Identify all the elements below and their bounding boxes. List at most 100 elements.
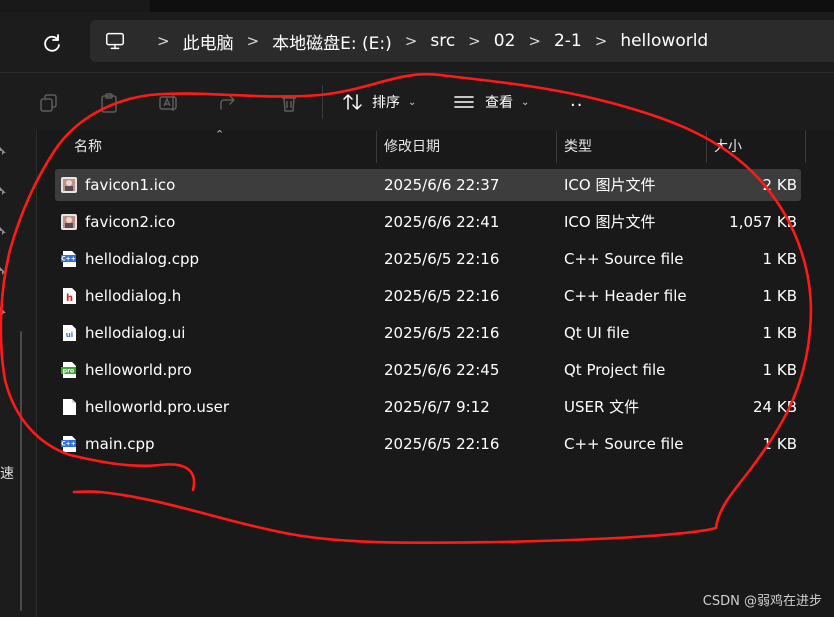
file-row[interactable]: h hellodialog.h 2025/6/5 22:16 C++ Header f… [55, 280, 801, 312]
sort-icon [343, 94, 362, 110]
file-date: 2025/6/5 22:16 [384, 435, 500, 453]
chevron-right-icon[interactable]: > [595, 32, 608, 50]
file-date: 2025/6/5 22:16 [384, 287, 500, 305]
address-bar[interactable]: > 此电脑 > 本地磁盘E: (E:) > src > 02 > 2-1 > h… [90, 20, 834, 62]
file-name: hellodialog.ui [85, 324, 186, 342]
file-size: 1,057 KB [729, 213, 797, 231]
file-row[interactable]: C++ main.cpp 2025/6/5 22:16 C++ Source file… [55, 428, 801, 460]
file-date: 2025/6/5 22:16 [384, 250, 500, 268]
nav-item-quick-access[interactable]: 速 [0, 463, 14, 483]
chevron-right-icon[interactable]: > [405, 32, 418, 50]
pro-file-icon: pro [60, 361, 78, 379]
chevron-right-icon[interactable]: > [468, 32, 481, 50]
command-bar: 排序 ⌄ 查看 ⌄ ·· [0, 73, 834, 131]
file-type: C++ Source file [564, 435, 684, 453]
file-row[interactable]: favicon2.ico 2025/6/6 22:41 ICO 图片文件 1,057 … [55, 206, 801, 238]
column-divider[interactable] [805, 131, 806, 163]
column-header-size[interactable]: 大小 [714, 131, 742, 163]
ico-image-icon [60, 176, 78, 194]
file-row[interactable]: pro helloworld.pro 2025/6/6 22:45 Qt Projec… [55, 354, 801, 386]
file-type: C++ Header file [564, 287, 687, 305]
file-name: helloworld.pro.user [85, 398, 230, 416]
breadcrumb-this-pc[interactable]: 此电脑 [183, 29, 234, 54]
file-row[interactable]: ui hellodialog.ui 2025/6/5 22:16 Qt UI file… [55, 317, 801, 349]
file-name: helloworld.pro [85, 361, 192, 379]
column-divider[interactable] [556, 131, 557, 163]
file-date: 2025/6/6 22:37 [384, 176, 500, 194]
file-size: 1 KB [762, 250, 797, 268]
address-row: > 此电脑 > 本地磁盘E: (E:) > src > 02 > 2-1 > h… [0, 12, 834, 72]
file-row[interactable]: helloworld.pro.user 2025/6/7 9:12 USER 文件 2… [55, 391, 801, 423]
svg-text:h: h [66, 293, 73, 304]
view-icon [454, 96, 474, 108]
pin-icon[interactable] [0, 225, 8, 237]
ico-image-icon [60, 213, 78, 231]
view-button[interactable]: 查看 ⌄ [453, 89, 529, 115]
file-type: C++ Source file [564, 250, 684, 268]
breadcrumb: > 此电脑 > 本地磁盘E: (E:) > src > 02 > 2-1 > h… [104, 20, 708, 62]
file-size: 24 KB [753, 398, 797, 416]
svg-text:C++: C++ [61, 441, 75, 448]
watermark: CSDN @弱鸡在进步 [702, 594, 822, 609]
pin-icon[interactable] [0, 305, 8, 317]
chevron-right-icon[interactable]: > [157, 32, 170, 50]
file-size: 2 KB [762, 176, 797, 194]
sort-caret-icon: ⌃ [215, 128, 225, 141]
file-type: Qt UI file [564, 324, 630, 342]
pin-icon[interactable] [0, 185, 8, 197]
ui-file-icon: ui [60, 324, 78, 342]
column-header-name[interactable]: 名称 [74, 131, 102, 163]
more-options-button[interactable]: ·· [570, 95, 583, 116]
file-type: USER 文件 [564, 398, 640, 416]
file-date: 2025/6/6 22:41 [384, 213, 500, 231]
view-label: 查看 [485, 95, 513, 111]
file-date: 2025/6/6 22:45 [384, 361, 500, 379]
breadcrumb-2-1[interactable]: 2-1 [554, 31, 582, 51]
file-size: 1 KB [762, 361, 797, 379]
sort-button[interactable]: 排序 ⌄ [342, 89, 416, 115]
file-type: ICO 图片文件 [564, 213, 656, 231]
column-divider[interactable] [706, 131, 707, 163]
blank-file-icon [60, 398, 78, 416]
column-divider[interactable] [376, 131, 377, 163]
file-type: Qt Project file [564, 361, 666, 379]
chevron-right-icon[interactable]: > [528, 32, 541, 50]
column-header-type[interactable]: 类型 [564, 131, 592, 163]
computer-icon[interactable] [104, 30, 126, 52]
pin-icon[interactable] [0, 145, 8, 157]
copy-icon[interactable] [38, 92, 60, 114]
chevron-down-icon: ⌄ [521, 96, 530, 108]
column-header-row: ⌃ 名称 修改日期 类型 大小 [37, 128, 834, 163]
navigation-pane: 速 [0, 131, 37, 617]
h-file-icon: h [60, 287, 78, 305]
share-icon[interactable] [218, 92, 240, 114]
breadcrumb-src[interactable]: src [430, 31, 455, 51]
file-list: ⌃ 名称 修改日期 类型 大小 favicon1.ico 2025/6/6 22:… [37, 128, 834, 617]
file-size: 1 KB [762, 435, 797, 453]
sort-label: 排序 [372, 95, 400, 111]
svg-text:ui: ui [66, 331, 73, 339]
column-header-date[interactable]: 修改日期 [384, 131, 440, 163]
file-name: main.cpp [85, 435, 155, 453]
chevron-right-icon[interactable]: > [247, 32, 260, 50]
top-strip [150, 0, 834, 12]
cpp-file-icon: C++ [60, 435, 78, 453]
svg-text:C++: C++ [61, 256, 75, 263]
cpp-file-icon: C++ [60, 250, 78, 268]
toolbar-divider [322, 85, 323, 119]
delete-icon[interactable] [278, 92, 300, 114]
paste-icon[interactable] [98, 92, 120, 114]
pin-icon[interactable] [0, 265, 8, 277]
file-size: 1 KB [762, 287, 797, 305]
breadcrumb-helloworld[interactable]: helloworld [620, 31, 708, 51]
file-name: hellodialog.h [85, 287, 182, 305]
refresh-icon[interactable] [40, 32, 64, 56]
rename-icon[interactable] [158, 92, 180, 114]
file-date: 2025/6/7 9:12 [384, 398, 490, 416]
breadcrumb-02[interactable]: 02 [494, 31, 516, 51]
file-row[interactable]: C++ hellodialog.cpp 2025/6/5 22:16 C++ Sour… [55, 243, 801, 275]
file-row[interactable]: favicon1.ico 2025/6/6 22:37 ICO 图片文件 2 KB [55, 169, 801, 201]
nav-scrollbar[interactable] [20, 331, 22, 611]
breadcrumb-drive-e[interactable]: 本地磁盘E: (E:) [272, 29, 392, 54]
file-size: 1 KB [762, 324, 797, 342]
